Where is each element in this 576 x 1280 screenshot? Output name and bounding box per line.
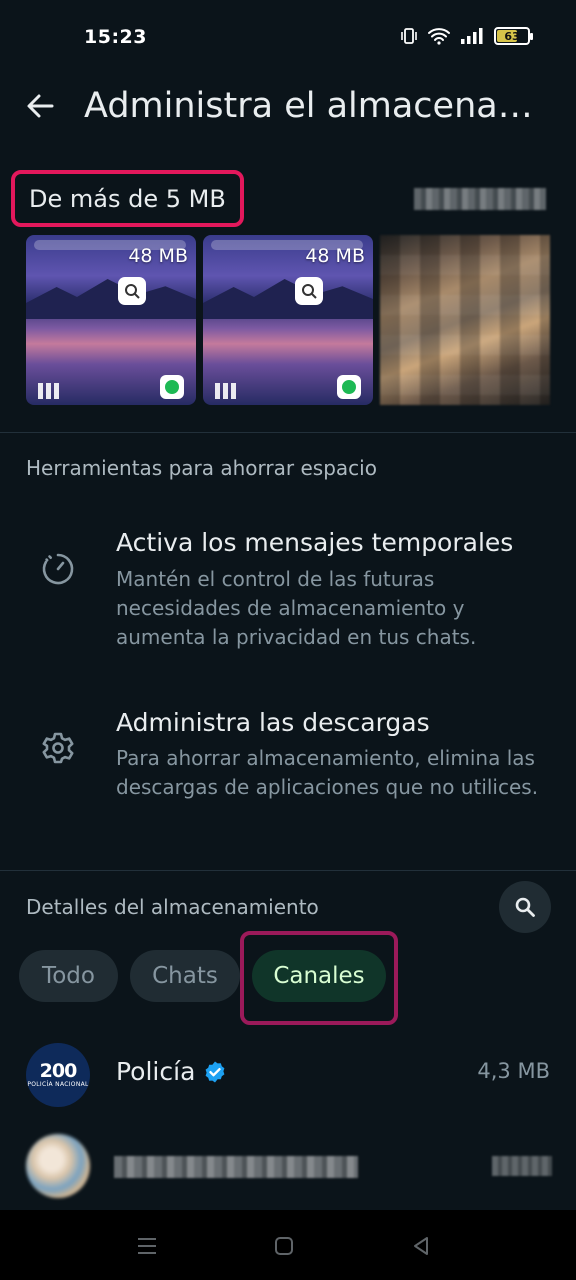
status-time: 15:23 [84,26,147,48]
channel-name-wrap: Policía [116,1057,227,1086]
apps-grid-icon [38,383,60,399]
large-files-section: De más de 5 MB 48 MB 48 MB [0,166,576,430]
vibrate-icon [401,28,417,44]
search-button[interactable] [499,881,551,933]
filter-chip-todo[interactable]: Todo [19,950,118,1002]
large-files-heading-highlight: De más de 5 MB [11,170,244,227]
status-icons: 63 [400,27,533,45]
file-size-label: 48 MB [128,245,188,267]
channel-name: Policía [116,1057,196,1086]
blurred-channel-name [114,1156,358,1178]
tools-heading: Herramientas para ahorrar espacio [26,456,377,480]
details-heading: Detalles del almacenamiento [26,895,319,919]
signal-icon [461,28,483,44]
tool-title: Administra las descargas [116,708,430,737]
blurred-channel-size [492,1156,552,1176]
divider [0,432,576,433]
avatar [26,1134,90,1198]
status-bar: 15:23 63 [0,0,576,76]
filter-chip-chats[interactable]: Chats [130,950,240,1002]
avatar-org: POLICÍA NACIONAL [27,1081,89,1088]
home-button[interactable] [268,1230,300,1262]
apps-grid-icon [215,383,237,399]
back-triangle-icon [414,1237,428,1255]
search-icon [515,897,535,917]
filter-chip-highlight [240,931,398,1025]
divider [0,870,576,871]
tool-manage-downloads[interactable]: Administra las descargas Para ahorrar al… [0,704,576,844]
channel-row-blurred[interactable] [0,1126,576,1206]
tool-description: Mantén el control de las futuras necesid… [116,567,477,649]
disappearing-timer-icon [38,549,78,589]
home-icon [275,1237,293,1255]
mountain-preview [203,279,373,319]
system-back-button[interactable] [405,1230,437,1262]
filter-chip-label: Chats [152,963,218,989]
page-title: Administra el almacenamiento [84,86,562,126]
arrow-left-icon [27,94,54,118]
file-size-label: 48 MB [305,245,365,267]
avatar: 200 POLICÍA NACIONAL [26,1043,90,1107]
filter-chip-label: Todo [42,963,95,989]
large-file-thumbnail[interactable]: 48 MB [26,235,196,405]
app-icon [295,277,323,305]
gear-icon [38,728,78,768]
avatar-text: 200 [39,1060,78,1082]
tool-description: Para ahorrar almacenamiento, elimina las… [116,746,539,799]
channel-size: 4,3 MB [477,1059,550,1083]
menu-button[interactable] [131,1230,163,1262]
mountain-preview [26,279,196,319]
tool-title: Activa los mensajes temporales [116,528,514,557]
menu-icon [138,1238,156,1254]
large-files-heading: De más de 5 MB [29,184,226,213]
battery-icon: 63 [494,27,533,45]
tool-disappearing-messages[interactable]: Activa los mensajes temporales Mantén el… [0,524,576,664]
large-file-thumbnail-pixelated[interactable] [380,235,550,405]
battery-level: 63 [504,29,520,43]
large-file-thumbnail[interactable]: 48 MB [203,235,373,405]
back-button[interactable] [18,84,62,128]
spotify-icon [160,375,184,399]
blurred-label [414,188,546,210]
app-icon [118,277,146,305]
app-bar: Administra el almacenamiento [0,76,576,148]
verified-badge-icon [203,1060,227,1084]
wifi-icon [428,28,450,45]
system-nav-bar [0,1210,576,1280]
channel-row[interactable]: 200 POLICÍA NACIONAL Policía 4,3 MB [0,1035,576,1115]
spotify-icon [337,375,361,399]
